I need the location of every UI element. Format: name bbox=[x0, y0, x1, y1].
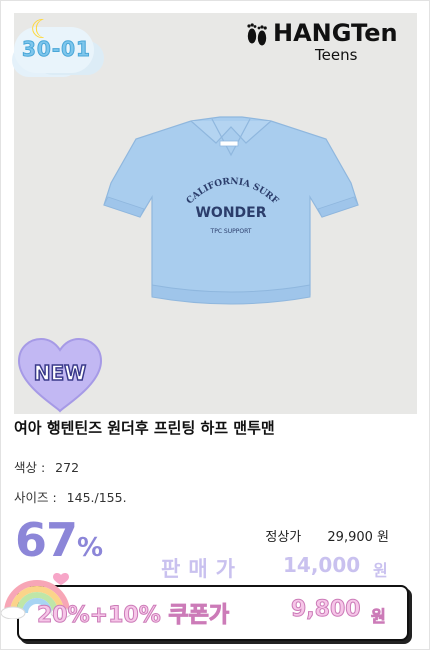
product-code: 30-01 bbox=[22, 37, 91, 62]
product-code-badge: ☾ 30-01 bbox=[8, 17, 98, 77]
coupon-price-value: 9,800 bbox=[291, 597, 362, 623]
size-spec: 사이즈 : 145./155. bbox=[14, 487, 127, 506]
regular-price-label: 정상가 bbox=[265, 530, 302, 545]
brand-subname: Teens bbox=[315, 46, 358, 64]
brand-name: HANGTen bbox=[273, 19, 398, 47]
sale-price-unit: 원 bbox=[373, 561, 388, 580]
print-main-text: WONDER bbox=[195, 205, 266, 221]
color-label: 색상 : bbox=[14, 460, 46, 475]
discount-rate: 67% bbox=[15, 513, 103, 567]
product-title[interactable]: 여아 행텐틴즈 원더후 프린팅 하프 맨투맨 bbox=[14, 417, 275, 438]
sale-price-value: 14,000 bbox=[283, 553, 361, 577]
sale-price-label: 판매가 bbox=[161, 557, 243, 581]
regular-price: 정상가 29,900 원 bbox=[265, 526, 389, 545]
coupon-price-unit: 원 bbox=[371, 607, 387, 627]
coupon-price-label: 20%+10% 쿠폰가 bbox=[36, 603, 230, 629]
new-badge-label: NEW bbox=[33, 360, 87, 386]
color-spec: 색상 : 272 bbox=[14, 457, 79, 476]
new-badge: NEW bbox=[17, 337, 103, 413]
regular-price-value: 29,900 원 bbox=[327, 530, 389, 545]
product-card[interactable]: CALIFORNIA SURF WONDER TPC SUPPORT ☾ 30-… bbox=[0, 0, 430, 650]
size-value: 145./155. bbox=[66, 490, 127, 505]
product-shirt-image: CALIFORNIA SURF WONDER TPC SUPPORT bbox=[103, 116, 359, 305]
footprints-icon bbox=[247, 23, 267, 46]
brand-logo: HANGTen Teens bbox=[245, 19, 415, 69]
print-small-text: TPC SUPPORT bbox=[210, 228, 252, 235]
size-label: 사이즈 : bbox=[14, 490, 57, 505]
discount-percent-sign: % bbox=[77, 533, 104, 563]
color-value: 272 bbox=[55, 460, 80, 475]
discount-number: 67 bbox=[15, 513, 78, 567]
sale-price: 판매가 14,000 원 bbox=[161, 551, 393, 583]
